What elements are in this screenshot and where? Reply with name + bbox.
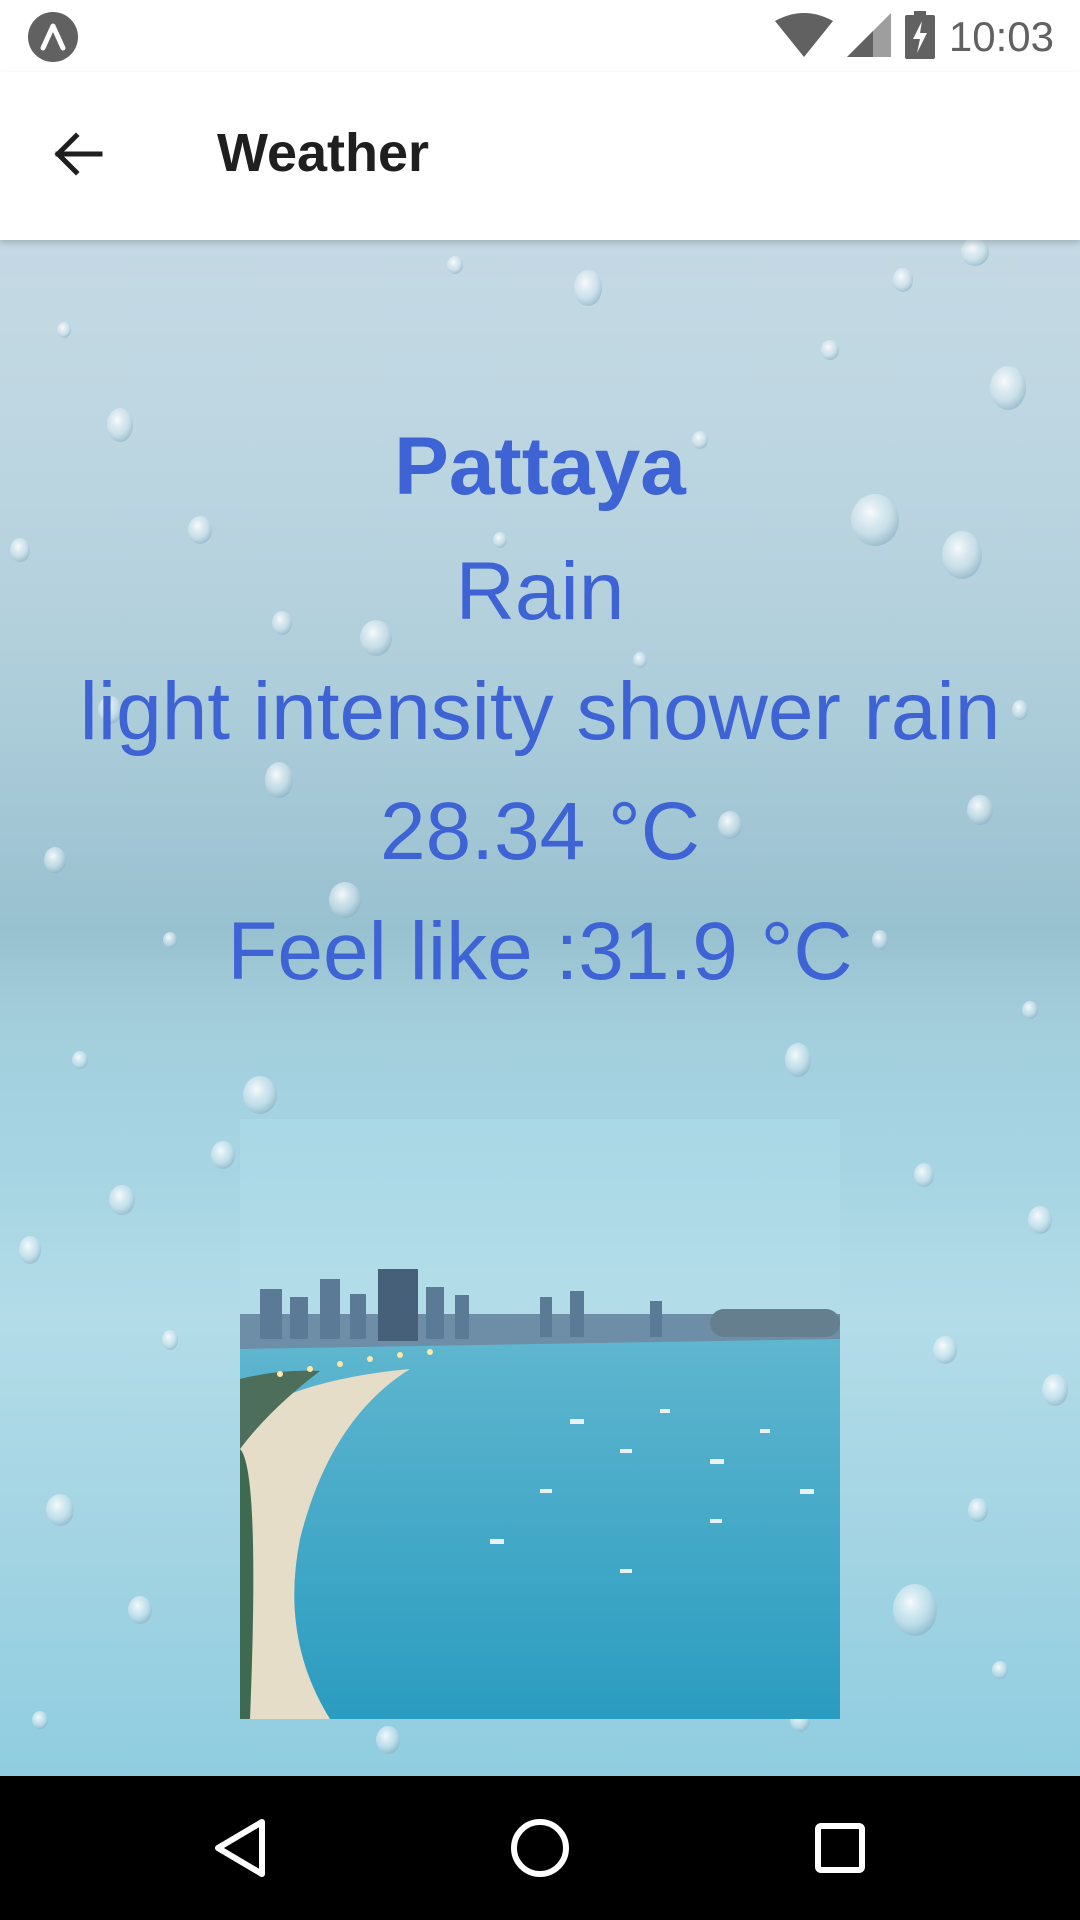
status-time: 10:03 xyxy=(948,13,1054,60)
nav-home-button[interactable] xyxy=(490,1798,590,1898)
nav-back-button[interactable] xyxy=(190,1798,290,1898)
city-name: Pattaya xyxy=(394,421,686,512)
back-button[interactable] xyxy=(36,112,120,196)
app-bar: Weather xyxy=(0,72,1080,240)
recents-square-icon xyxy=(815,1823,865,1873)
weather-description: light intensity shower rain xyxy=(79,666,1001,757)
cellular-signal-icon xyxy=(846,12,891,62)
weather-main: Rain xyxy=(455,546,625,637)
feels-like: Feel like :31.9 °C xyxy=(227,906,853,997)
city-photo xyxy=(240,1119,840,1719)
app-logo-icon xyxy=(28,12,78,62)
battery-charging-icon xyxy=(904,10,935,64)
temperature: 28.34 °C xyxy=(380,786,700,877)
weather-content: Pattaya Rain light intensity shower rain… xyxy=(0,240,1080,1776)
status-bar: 10:03 xyxy=(0,0,1080,72)
arrow-back-icon xyxy=(54,132,103,176)
nav-recents-button[interactable] xyxy=(790,1798,890,1898)
home-circle-icon xyxy=(511,1819,569,1877)
page-title: Weather xyxy=(217,123,430,183)
wifi-icon xyxy=(774,12,833,62)
back-triangle-icon xyxy=(215,1819,265,1877)
navigation-bar xyxy=(0,1776,1080,1920)
